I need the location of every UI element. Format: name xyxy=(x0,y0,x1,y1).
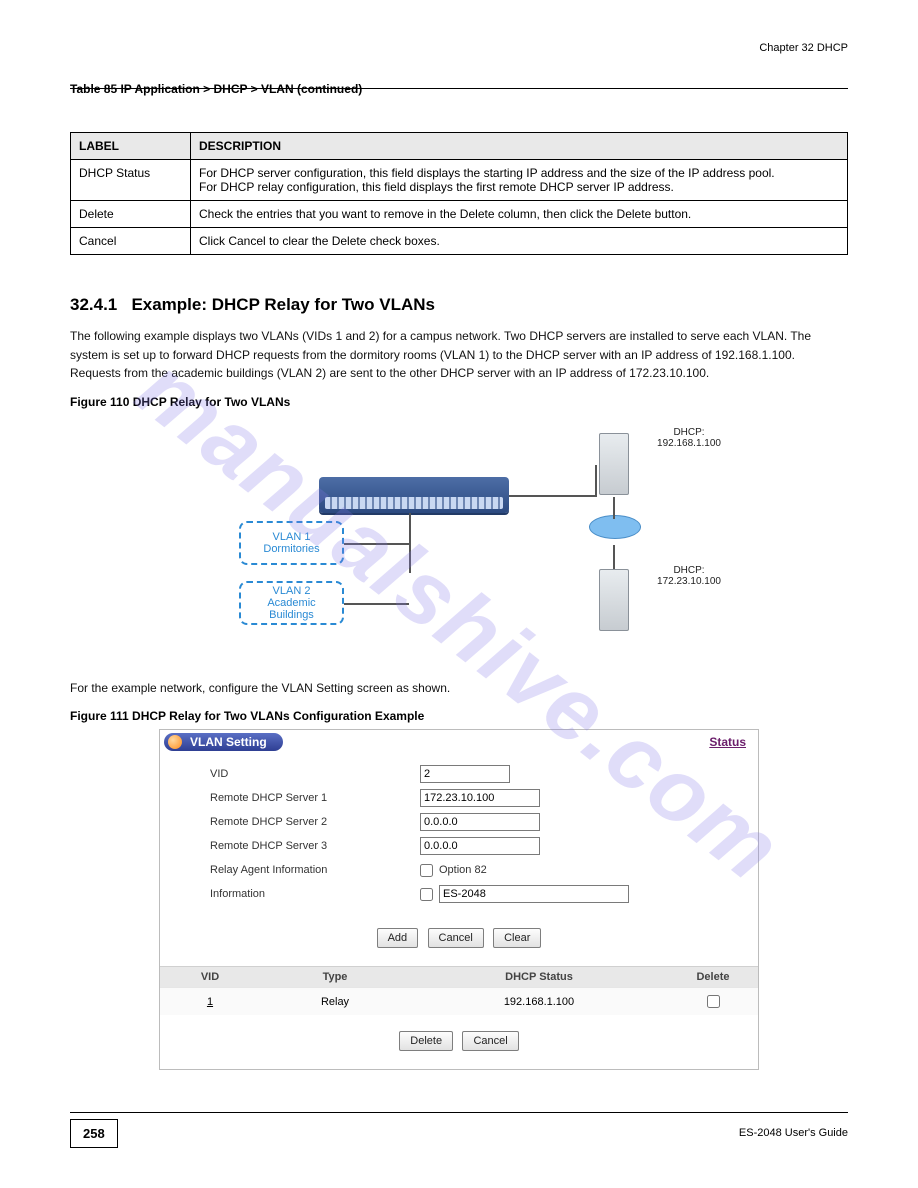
vid-input[interactable] xyxy=(420,765,510,783)
list-buttons-row: Delete Cancel xyxy=(160,1015,758,1069)
cancel2-button[interactable]: Cancel xyxy=(462,1031,518,1051)
list-delete-header: Delete xyxy=(668,967,758,988)
paragraph-2: For the example network, configure the V… xyxy=(70,679,848,698)
vlan-list-table: VID Type DHCP Status Delete 1 Relay 192.… xyxy=(160,966,758,1015)
page-number: 258 xyxy=(70,1119,118,1148)
page-footer: 258 ES-2048 User's Guide xyxy=(70,1112,848,1148)
remote-dhcp-1-input[interactable] xyxy=(420,789,540,807)
figure-111-caption: Figure 111 DHCP Relay for Two VLANs Conf… xyxy=(70,709,848,723)
col-description: DESCRIPTION xyxy=(191,133,848,160)
section-title-text: Example: DHCP Relay for Two VLANs xyxy=(131,295,435,314)
row-label: Cancel xyxy=(71,228,191,255)
delete-button[interactable]: Delete xyxy=(399,1031,453,1051)
router-icon xyxy=(589,515,641,545)
pill-dot-icon xyxy=(168,735,182,749)
table-row: DHCP Status For DHCP server configuratio… xyxy=(71,160,848,201)
row-desc: For DHCP server configuration, this fiel… xyxy=(191,160,848,201)
list-row-vid-link[interactable]: 1 xyxy=(207,996,213,1008)
row-label: DHCP Status xyxy=(71,160,191,201)
list-vid-header: VID xyxy=(160,967,260,988)
table-row: Cancel Click Cancel to clear the Delete … xyxy=(71,228,848,255)
remote-dhcp-1-label: Remote DHCP Server 1 xyxy=(210,792,420,804)
connector-line xyxy=(595,465,597,495)
table-row: Delete Check the entries that you want t… xyxy=(71,201,848,228)
description-table: LABEL DESCRIPTION DHCP Status For DHCP s… xyxy=(70,132,848,255)
form-area: VID Remote DHCP Server 1 Remote DHCP Ser… xyxy=(160,754,758,912)
option82-label: Option 82 xyxy=(439,864,487,876)
information-checkbox[interactable] xyxy=(420,888,433,901)
server-a-icon xyxy=(599,433,629,495)
row-desc: Check the entries that you want to remov… xyxy=(191,201,848,228)
list-row: 1 Relay 192.168.1.100 xyxy=(160,988,758,1016)
paragraph-1: The following example displays two VLANs… xyxy=(70,327,848,383)
information-label: Information xyxy=(210,888,420,900)
list-row-status: 192.168.1.100 xyxy=(410,988,668,1016)
list-row-type: Relay xyxy=(260,988,410,1016)
server-b-label: DHCP: 172.23.10.100 xyxy=(629,565,749,587)
remote-dhcp-2-input[interactable] xyxy=(420,813,540,831)
connector-line xyxy=(344,603,409,605)
switch-icon xyxy=(319,477,509,513)
list-type-header: Type xyxy=(260,967,410,988)
list-status-header: DHCP Status xyxy=(410,967,668,988)
page: Chapter 32 DHCP Table 85 IP Application … xyxy=(0,0,918,1188)
row-label: Delete xyxy=(71,201,191,228)
panel-title: VLAN Setting xyxy=(190,735,267,749)
connector-line xyxy=(613,545,615,569)
section-number: 32.4.1 xyxy=(70,295,117,314)
vlan1-box: VLAN 1 Dormitories xyxy=(239,521,344,565)
form-buttons-row: Add Cancel Clear xyxy=(160,912,758,966)
guide-name: ES-2048 User's Guide xyxy=(739,1127,848,1139)
vid-label: VID xyxy=(210,768,420,780)
remote-dhcp-3-label: Remote DHCP Server 3 xyxy=(210,840,420,852)
clear-button[interactable]: Clear xyxy=(493,928,541,948)
panel-header: VLAN Setting Status xyxy=(160,730,758,754)
network-diagram: DHCP: 192.168.1.100 DHCP: 172.23.10.100 … xyxy=(199,419,719,649)
server-b-icon xyxy=(599,569,629,631)
col-label: LABEL xyxy=(71,133,191,160)
add-button[interactable]: Add xyxy=(377,928,419,948)
connector-line xyxy=(509,495,597,497)
chapter-header: Chapter 32 DHCP xyxy=(759,42,848,54)
option82-checkbox[interactable] xyxy=(420,864,433,877)
panel-title-pill: VLAN Setting xyxy=(164,733,283,751)
connector-line xyxy=(409,513,411,573)
footer-rule xyxy=(70,1112,848,1113)
remote-dhcp-3-input[interactable] xyxy=(420,837,540,855)
table-caption: Table 85 IP Application > DHCP > VLAN (c… xyxy=(70,82,848,96)
remote-dhcp-2-label: Remote DHCP Server 2 xyxy=(210,816,420,828)
list-row-delete-checkbox[interactable] xyxy=(707,995,720,1008)
information-input[interactable] xyxy=(439,885,629,903)
cancel-button[interactable]: Cancel xyxy=(428,928,484,948)
connector-line xyxy=(613,497,615,519)
vlan-setting-panel: VLAN Setting Status VID Remote DHCP Serv… xyxy=(159,729,759,1070)
vlan2-box: VLAN 2 Academic Buildings xyxy=(239,581,344,625)
figure-110-caption: Figure 110 DHCP Relay for Two VLANs xyxy=(70,395,848,409)
connector-line xyxy=(344,543,409,545)
header-rule xyxy=(70,88,848,89)
section-heading: 32.4.1 Example: DHCP Relay for Two VLANs xyxy=(70,295,848,315)
server-a-label: DHCP: 192.168.1.100 xyxy=(629,427,749,449)
status-link[interactable]: Status xyxy=(709,735,746,749)
row-desc: Click Cancel to clear the Delete check b… xyxy=(191,228,848,255)
relay-agent-info-label: Relay Agent Information xyxy=(210,864,420,876)
